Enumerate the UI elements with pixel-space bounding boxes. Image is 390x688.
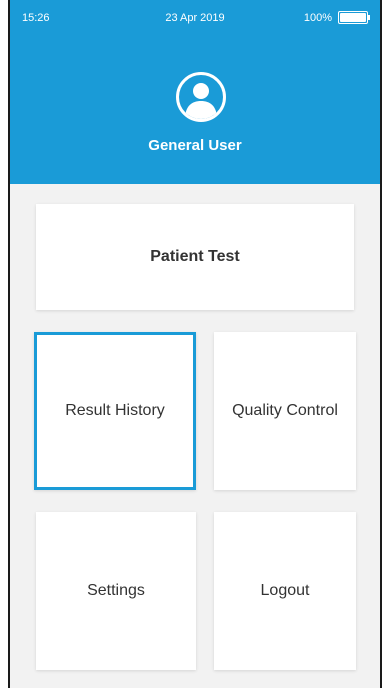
quality-control-button[interactable]: Quality Control [214,332,356,490]
settings-label: Settings [87,582,145,599]
patient-test-label: Patient Test [150,248,240,265]
logout-button[interactable]: Logout [214,512,356,670]
patient-test-button[interactable]: Patient Test [36,204,354,310]
quality-control-label: Quality Control [232,402,338,419]
logout-label: Logout [260,582,310,599]
result-history-button[interactable]: Result History [34,332,196,490]
settings-button[interactable]: Settings [36,512,196,670]
battery-percent: 100% [303,12,332,24]
user-avatar-icon [176,72,226,122]
battery-icon [338,11,370,24]
status-bar: 15:26 23 Apr 2019 100% [10,0,380,36]
result-history-label: Result History [65,402,165,419]
user-name: General User [148,137,242,154]
header: 15:26 23 Apr 2019 100% General User [10,0,380,184]
device-screen: 15:26 23 Apr 2019 100% General User Pati… [8,0,382,688]
